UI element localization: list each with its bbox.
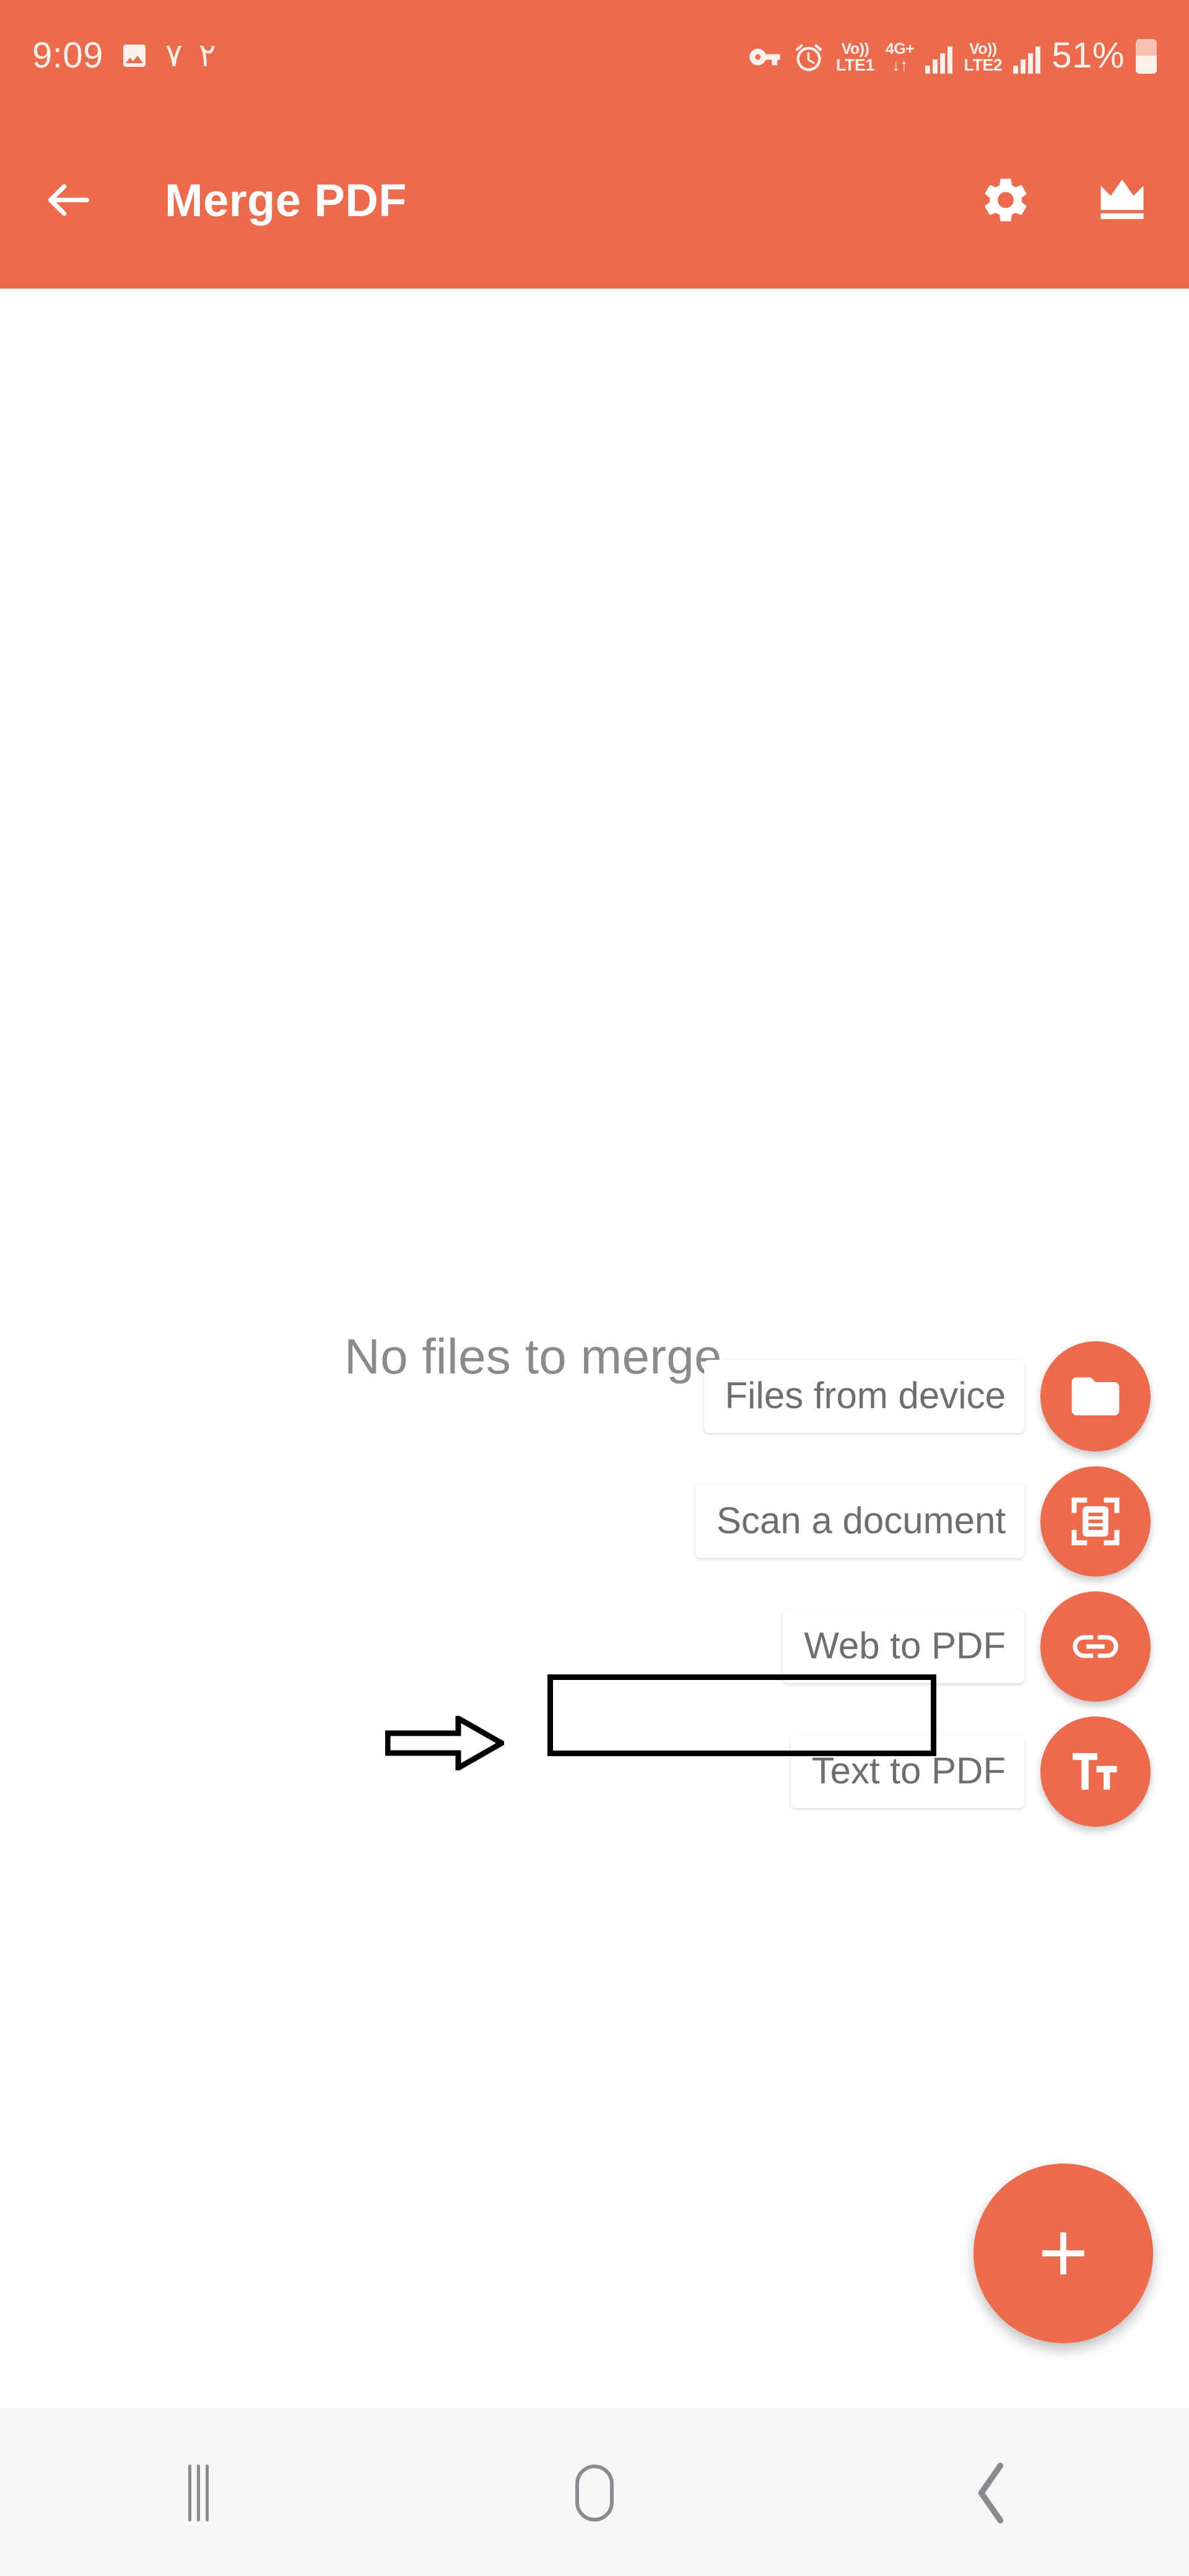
data-arrows-label: ↓↑ xyxy=(892,56,908,74)
battery-icon xyxy=(1136,39,1157,74)
annotation-arrow xyxy=(385,1716,504,1770)
mobile-data-indicator: 4G+ ↓↑ xyxy=(885,40,915,74)
speed-dial-label: Web to PDF xyxy=(783,1610,1024,1683)
speed-dial-item-files-from-device[interactable]: Files from device xyxy=(703,1341,1151,1451)
speed-dial-menu: Files from device Scan a document Web to… xyxy=(695,1341,1151,1827)
speed-dial-item-scan-a-document[interactable]: Scan a document xyxy=(695,1466,1151,1577)
sim1-volte-label: Vo)) xyxy=(841,40,869,58)
home-icon xyxy=(575,2464,614,2522)
speed-dial-label: Text to PDF xyxy=(790,1735,1024,1808)
app-bar: Merge PDF xyxy=(0,111,1189,289)
crown-icon xyxy=(1100,180,1144,219)
speed-dial-item-text-to-pdf[interactable]: Text to PDF xyxy=(790,1717,1151,1827)
web-to-pdf-button[interactable] xyxy=(1040,1591,1151,1702)
app-bar-actions xyxy=(973,168,1154,232)
status-bar-right: Vo)) LTE1 4G+ ↓↑ Vo)) LTE2 51% xyxy=(748,38,1157,74)
page-title: Merge PDF xyxy=(165,174,407,226)
arrow-back-icon xyxy=(48,184,89,216)
folder-icon xyxy=(1071,1377,1120,1416)
settings-button[interactable] xyxy=(973,168,1038,232)
sim1-network-indicator: Vo)) LTE1 xyxy=(835,40,875,74)
premium-button[interactable] xyxy=(1090,168,1154,232)
gear-icon xyxy=(985,178,1027,222)
status-bar: 9:09 ۷ ۲ Vo)) LTE1 4G+ ↓↑ Vo)) LTE2 51% xyxy=(0,0,1189,111)
image-icon xyxy=(123,45,146,67)
link-icon xyxy=(1073,1635,1118,1658)
plus-icon xyxy=(1042,2232,1084,2274)
phone-screen: 9:09 ۷ ۲ Vo)) LTE1 4G+ ↓↑ Vo)) LTE2 51% … xyxy=(0,0,1189,2576)
empty-state-message: No files to merge xyxy=(344,1329,722,1384)
back-chevron-icon xyxy=(978,2462,1004,2523)
add-files-fab[interactable] xyxy=(973,2164,1153,2343)
sim1-network-label: LTE1 xyxy=(835,56,875,74)
persian-digit-two: ۲ xyxy=(198,37,216,74)
alarm-icon xyxy=(795,44,822,71)
sim2-network-indicator: Vo)) LTE2 xyxy=(964,40,1003,74)
data-type-label: 4G+ xyxy=(885,40,915,58)
speed-dial-label: Files from device xyxy=(703,1360,1024,1433)
main-content: No files to merge Files from device Scan… xyxy=(0,289,1189,2409)
sim1-signal-bars-icon xyxy=(925,46,953,74)
nav-back-button[interactable] xyxy=(923,2443,1059,2543)
sim2-signal-bars-icon xyxy=(1013,46,1041,74)
scan-document-button[interactable] xyxy=(1040,1466,1151,1577)
recents-icon xyxy=(188,2464,209,2522)
files-from-device-button[interactable] xyxy=(1040,1341,1151,1451)
back-button[interactable] xyxy=(35,166,103,234)
text-format-icon xyxy=(1073,1753,1117,1790)
system-navigation-bar xyxy=(0,2409,1189,2576)
status-clock: 9:09 xyxy=(32,35,103,76)
battery-percent-label: 51% xyxy=(1052,35,1125,76)
speed-dial-label: Scan a document xyxy=(695,1485,1024,1558)
nav-home-button[interactable] xyxy=(526,2443,663,2543)
persian-digit-seven: ۷ xyxy=(165,37,183,74)
speed-dial-item-web-to-pdf[interactable]: Web to PDF xyxy=(783,1591,1151,1702)
sim2-volte-label: Vo)) xyxy=(969,40,997,58)
text-to-pdf-button[interactable] xyxy=(1040,1717,1151,1827)
nav-recents-button[interactable] xyxy=(130,2443,266,2543)
document-scanner-icon xyxy=(1071,1497,1120,1546)
sim2-network-label: LTE2 xyxy=(964,56,1003,74)
vpn-key-icon xyxy=(749,48,780,66)
status-bar-left: 9:09 ۷ ۲ xyxy=(32,38,216,74)
